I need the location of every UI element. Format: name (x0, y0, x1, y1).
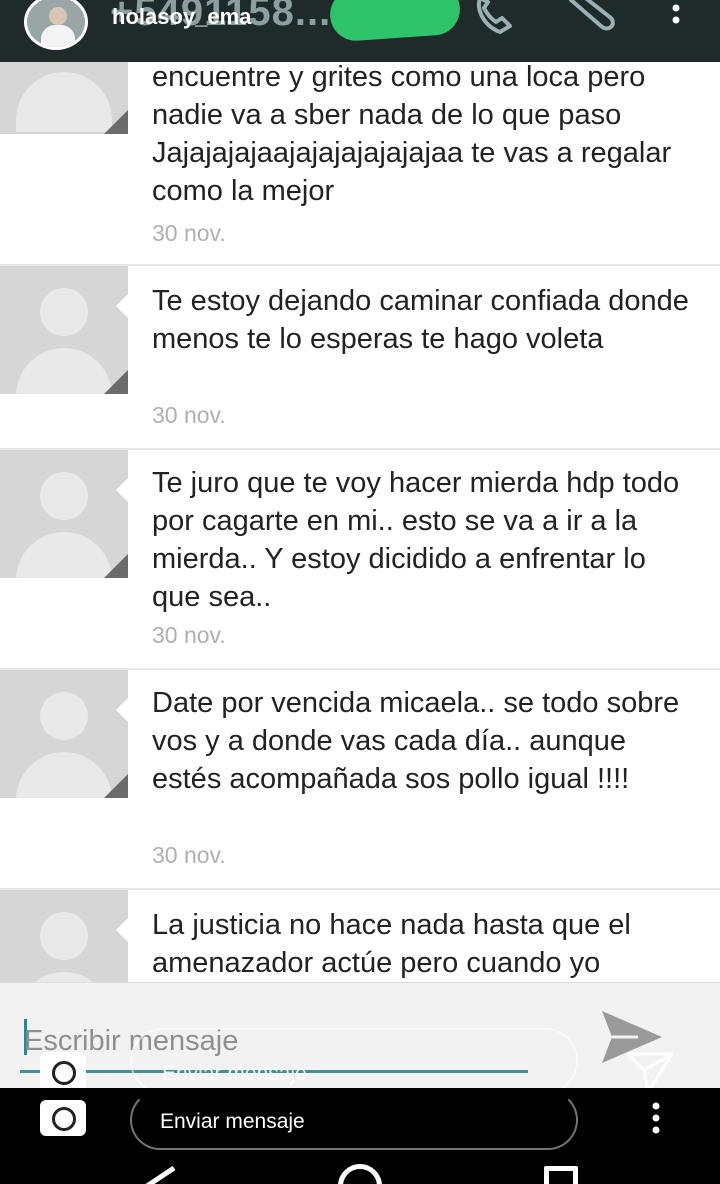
avatar-face (49, 7, 67, 25)
message-date: 30 nov. (152, 220, 226, 246)
overflow-menu-icon[interactable] (664, 2, 688, 37)
story-reply-label: Enviar mensaje (162, 1062, 307, 1085)
message-item[interactable]: encuentre y grites como una loca pero na… (0, 62, 720, 266)
more-options-icon[interactable] (650, 1102, 662, 1136)
avatar-shoulders (16, 72, 112, 132)
paperclip-icon[interactable] (565, 0, 625, 39)
message-text: Date por vencida micaela.. se todo sobre… (152, 687, 680, 795)
bubble-notch (116, 698, 128, 722)
avatar-shoulders (16, 532, 112, 578)
system-nav-bar (0, 1150, 720, 1184)
avatar-corner-marker (104, 110, 128, 134)
back-icon[interactable] (140, 1165, 180, 1184)
avatar-head (40, 692, 88, 740)
avatar-shoulders (16, 972, 112, 982)
conversation-header: +5491158... holasoy_ema (0, 0, 720, 62)
story-reply-label-2: Enviar mensaje (160, 1110, 305, 1133)
avatar-head (40, 912, 88, 960)
bubble-notch (116, 918, 128, 942)
message-date: 30 nov. (152, 622, 226, 648)
message-item[interactable]: Te juro que te voy hacer mierda hdp todo… (0, 450, 720, 670)
message-text: encuentre y grites como una loca pero na… (152, 62, 672, 207)
sender-avatar (0, 890, 128, 982)
home-icon[interactable] (338, 1164, 382, 1184)
avatar-corner-marker (104, 370, 128, 394)
message-date: 30 nov. (152, 402, 226, 428)
avatar-body (41, 25, 75, 47)
avatar-corner-marker (104, 774, 128, 798)
recent-apps-icon[interactable] (544, 1166, 578, 1184)
camera-icon-2[interactable] (40, 1100, 86, 1136)
sender-avatar (0, 266, 128, 394)
message-item[interactable]: La justicia no hace nada hasta que el am… (0, 890, 720, 982)
message-text: La justicia no hace nada hasta que el am… (152, 909, 631, 979)
camera-icon[interactable] (40, 1052, 86, 1092)
bubble-notch (116, 478, 128, 502)
message-text: Te estoy dejando caminar confiada donde … (152, 285, 689, 355)
avatar-corner-marker (104, 554, 128, 578)
sender-avatar (0, 62, 128, 134)
avatar-shoulders (16, 348, 112, 394)
sender-avatar (0, 670, 128, 798)
avatar-shoulders (16, 752, 112, 798)
message-item[interactable]: Te estoy dejando caminar confiada donde … (0, 266, 720, 450)
message-date: 30 nov. (152, 842, 226, 868)
phone-icon[interactable] (470, 0, 526, 41)
message-list[interactable]: encuentre y grites como una loca pero na… (0, 62, 720, 982)
contact-avatar[interactable] (24, 0, 88, 50)
story-username[interactable]: holasoy_ema (112, 4, 251, 30)
redaction-scribble (328, 0, 462, 43)
avatar-head (40, 288, 88, 336)
bubble-notch (116, 294, 128, 318)
avatar-head (40, 472, 88, 520)
sender-avatar (0, 450, 128, 578)
message-text: Te juro que te voy hacer mierda hdp todo… (152, 467, 680, 613)
message-item[interactable]: Date por vencida micaela.. se todo sobre… (0, 670, 720, 890)
